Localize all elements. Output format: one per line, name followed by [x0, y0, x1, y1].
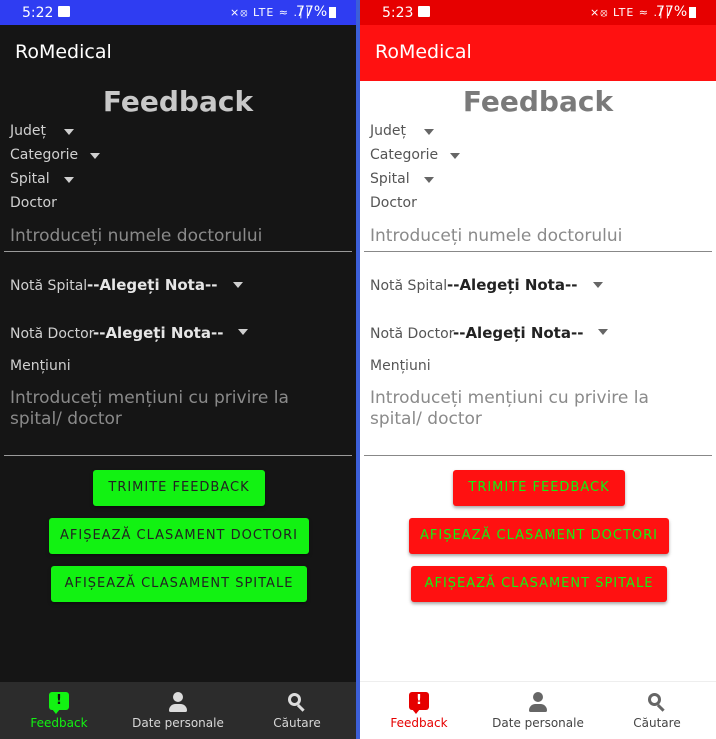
search-icon: [287, 692, 307, 712]
doctor-input-underline: [364, 251, 712, 252]
nota-spital-label: Notă Spital: [370, 278, 448, 294]
battery-level: 77%: [656, 4, 688, 20]
categorie-caret-icon[interactable]: [90, 153, 100, 159]
nav-cautare-label: Căutare: [633, 716, 681, 730]
trimite-feedback-button[interactable]: TRIMITE FEEDBACK: [93, 470, 265, 506]
spital-caret-icon[interactable]: [424, 177, 434, 183]
categorie-dropdown[interactable]: Categorie: [10, 147, 78, 163]
nav-feedback[interactable]: ! Feedback: [360, 682, 478, 739]
nav-cautare-label: Căutare: [273, 716, 321, 730]
nota-doctor-caret-icon[interactable]: [238, 329, 248, 335]
clasament-spitale-button[interactable]: AFIȘEAZĂ CLASAMENT SPITALE: [51, 566, 307, 602]
nota-spital-select[interactable]: --Alegeți Nota--: [87, 276, 217, 294]
bottom-navigation: ! Feedback Date personale Căutare: [0, 682, 356, 739]
clasament-doctori-button[interactable]: AFIȘEAZĂ CLASAMENT DOCTORI: [409, 518, 669, 554]
mentiuni-label: Mențiuni: [370, 358, 431, 374]
mentiuni-placeholder: Introduceți mențiuni cu privire la spita…: [370, 388, 649, 429]
spital-dropdown[interactable]: Spital: [10, 171, 50, 187]
nav-date-personale-label: Date personale: [132, 716, 224, 730]
nota-spital-select[interactable]: --Alegeți Nota--: [447, 276, 577, 294]
status-time: 5:23: [382, 5, 414, 21]
nota-spital-caret-icon[interactable]: [593, 282, 603, 288]
nav-feedback-label: Feedback: [390, 716, 448, 730]
doctor-name-input[interactable]: Introduceți numele doctorului: [4, 226, 352, 252]
categorie-caret-icon[interactable]: [450, 153, 460, 159]
judet-dropdown[interactable]: Județ: [370, 123, 406, 139]
status-bar: 5:22 ⨯⦻ LTE ≈ .∣∣ 77%: [0, 0, 356, 25]
nav-cautare[interactable]: Căutare: [238, 682, 356, 739]
mentiuni-label: Mențiuni: [10, 358, 71, 374]
mentiuni-input-underline: [4, 455, 352, 456]
app-title: RoMedical: [15, 41, 112, 63]
nav-feedback[interactable]: ! Feedback: [0, 682, 118, 739]
person-icon: [528, 692, 548, 712]
doctor-name-input[interactable]: Introduceți numele doctorului: [364, 226, 712, 252]
gallery-icon: [58, 6, 70, 17]
mentiuni-input-underline: [364, 455, 712, 456]
battery-level: 77%: [296, 4, 328, 20]
mentiuni-placeholder: Introduceți mențiuni cu privire la spita…: [10, 388, 289, 429]
trimite-feedback-button[interactable]: TRIMITE FEEDBACK: [453, 470, 625, 506]
screen-dark-theme: 5:22 ⨯⦻ LTE ≈ .∣∣ 77% RoMedical Feedback…: [0, 0, 356, 739]
bottom-navigation: ! Feedback Date personale Căutare: [360, 681, 716, 739]
doctor-input-underline: [4, 251, 352, 252]
app-bar: RoMedical: [360, 25, 716, 81]
feedback-icon: !: [49, 692, 69, 714]
categorie-dropdown[interactable]: Categorie: [370, 147, 438, 163]
app-title: RoMedical: [375, 41, 472, 63]
nav-feedback-label: Feedback: [30, 716, 88, 730]
status-bar: 5:23 ⨯⦻ LTE ≈ .∣∣ 77%: [360, 0, 716, 25]
doctor-label: Doctor: [10, 195, 57, 211]
person-icon: [168, 692, 188, 712]
nota-doctor-select[interactable]: --Alegeți Nota--: [453, 324, 583, 342]
search-icon: [647, 692, 667, 712]
nota-doctor-label: Notă Doctor: [370, 326, 455, 342]
status-time: 5:22: [22, 5, 54, 21]
judet-caret-icon[interactable]: [64, 129, 74, 135]
nota-doctor-select[interactable]: --Alegeți Nota--: [93, 324, 223, 342]
spital-caret-icon[interactable]: [64, 177, 74, 183]
nota-spital-label: Notă Spital: [10, 278, 88, 294]
battery-icon: [329, 7, 336, 18]
nota-spital-caret-icon[interactable]: [233, 282, 243, 288]
nota-doctor-label: Notă Doctor: [10, 326, 95, 342]
mentiuni-input[interactable]: Introduceți mențiuni cu privire la spita…: [4, 388, 352, 448]
feedback-form: Feedback Județ Categorie Spital Doctor I…: [360, 81, 716, 682]
spital-dropdown[interactable]: Spital: [370, 171, 410, 187]
clasament-doctori-button[interactable]: AFIȘEAZĂ CLASAMENT DOCTORI: [49, 518, 309, 554]
feedback-icon: !: [409, 692, 429, 714]
nav-date-personale-label: Date personale: [492, 716, 584, 730]
gallery-icon: [418, 6, 430, 17]
page-title: Feedback: [102, 85, 254, 118]
doctor-label: Doctor: [370, 195, 417, 211]
judet-caret-icon[interactable]: [424, 129, 434, 135]
nav-date-personale[interactable]: Date personale: [119, 682, 237, 739]
page-title: Feedback: [462, 85, 614, 118]
doctor-name-placeholder: Introduceți numele doctorului: [370, 226, 623, 246]
nota-doctor-caret-icon[interactable]: [598, 329, 608, 335]
doctor-name-placeholder: Introduceți numele doctorului: [10, 226, 263, 246]
battery-icon: [689, 7, 696, 18]
nav-cautare[interactable]: Căutare: [598, 682, 716, 739]
nav-date-personale[interactable]: Date personale: [479, 682, 597, 739]
app-bar: RoMedical: [0, 25, 356, 81]
mentiuni-input[interactable]: Introduceți mențiuni cu privire la spita…: [364, 388, 712, 448]
judet-dropdown[interactable]: Județ: [10, 123, 46, 139]
feedback-form: Feedback Județ Categorie Spital Doctor I…: [0, 81, 356, 682]
clasament-spitale-button[interactable]: AFIȘEAZĂ CLASAMENT SPITALE: [411, 566, 667, 602]
screen-light-theme: 5:23 ⨯⦻ LTE ≈ .∣∣ 77% RoMedical Feedback…: [360, 0, 716, 739]
